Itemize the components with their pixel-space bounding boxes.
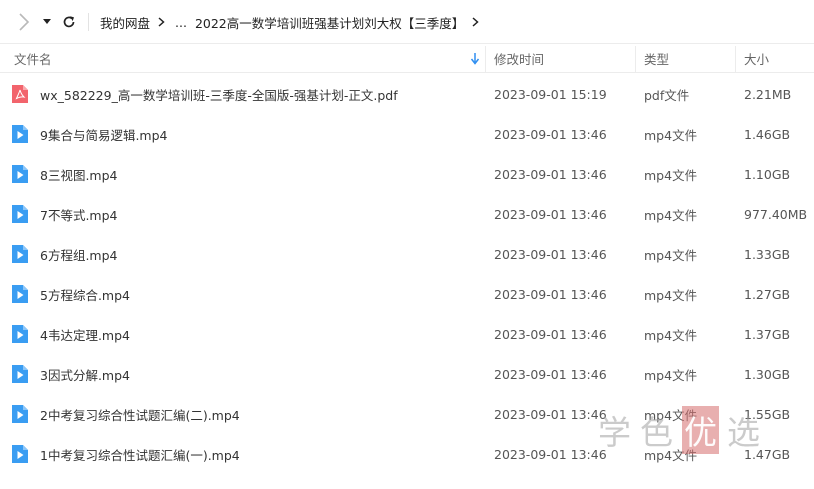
file-row[interactable]: wx_582229_高一数学培训班-三季度-全国版-强基计划-正文.pdf 20… [0, 74, 814, 114]
file-type: mp4文件 [644, 447, 698, 463]
file-modified: 2023-09-01 15:19 [494, 86, 607, 102]
file-size: 1.10GB [744, 166, 791, 182]
caret-down-icon [43, 19, 51, 24]
refresh-icon [63, 16, 75, 28]
forward-button[interactable] [14, 12, 34, 32]
file-name[interactable]: 4韦达定理.mp4 [40, 314, 130, 354]
file-type: mp4文件 [644, 167, 698, 183]
file-row[interactable]: 9集合与简易逻辑.mp4 2023-09-01 13:46 mp4文件 1.46… [0, 114, 814, 154]
file-type: mp4文件 [644, 127, 698, 143]
file-modified: 2023-09-01 13:46 [494, 446, 607, 462]
file-size: 1.55GB [744, 406, 791, 422]
video-icon [12, 165, 28, 183]
pdf-icon [12, 85, 28, 103]
history-dropdown-button[interactable] [40, 15, 54, 29]
file-name[interactable]: 1中考复习综合性试题汇编(一).mp4 [40, 434, 240, 474]
video-icon [12, 405, 28, 423]
file-type: mp4文件 [644, 247, 698, 263]
video-icon [12, 125, 28, 143]
column-divider[interactable] [735, 46, 736, 72]
toolbar: 我的网盘 ... 2022高一数学培训班强基计划刘大权【三季度】 [0, 0, 814, 43]
breadcrumb: 我的网盘 ... 2022高一数学培训班强基计划刘大权【三季度】 [100, 13, 489, 31]
file-row[interactable]: 3因式分解.mp4 2023-09-01 13:46 mp4文件 1.30GB [0, 354, 814, 394]
file-list: wx_582229_高一数学培训班-三季度-全国版-强基计划-正文.pdf 20… [0, 74, 814, 474]
column-header-type[interactable]: 类型 [644, 44, 669, 73]
video-icon [12, 445, 28, 463]
file-name[interactable]: 9集合与简易逻辑.mp4 [40, 114, 168, 154]
file-name[interactable]: 5方程综合.mp4 [40, 274, 130, 314]
file-modified: 2023-09-01 13:46 [494, 246, 607, 262]
file-size: 1.30GB [744, 366, 791, 382]
file-row[interactable]: 2中考复习综合性试题汇编(二).mp4 2023-09-01 13:46 mp4… [0, 394, 814, 434]
breadcrumb-chevron-icon [158, 17, 165, 27]
file-size: 1.27GB [744, 286, 791, 302]
file-type: mp4文件 [644, 287, 698, 303]
breadcrumb-root[interactable]: 我的网盘 [100, 13, 150, 32]
column-header-size[interactable]: 大小 [744, 44, 769, 73]
sort-arrow-down-icon[interactable] [470, 52, 480, 65]
file-size: 1.37GB [744, 326, 791, 342]
file-size: 1.47GB [744, 446, 791, 462]
file-size: 1.33GB [744, 246, 791, 262]
video-icon [12, 325, 28, 343]
column-header: 文件名 修改时间 类型 大小 [0, 43, 814, 73]
file-name[interactable]: 6方程组.mp4 [40, 234, 118, 274]
file-size: 2.21MB [744, 86, 792, 102]
file-row[interactable]: 1中考复习综合性试题汇编(一).mp4 2023-09-01 13:46 mp4… [0, 434, 814, 474]
file-type: mp4文件 [644, 407, 698, 423]
file-modified: 2023-09-01 13:46 [494, 366, 607, 382]
file-type: mp4文件 [644, 367, 698, 383]
breadcrumb-chevron-icon [472, 17, 479, 27]
file-modified: 2023-09-01 13:46 [494, 406, 607, 422]
file-row[interactable]: 8三视图.mp4 2023-09-01 13:46 mp4文件 1.10GB [0, 154, 814, 194]
video-icon [12, 245, 28, 263]
breadcrumb-ellipsis[interactable]: ... [175, 15, 187, 30]
file-type: mp4文件 [644, 207, 698, 223]
column-header-name[interactable]: 文件名 [14, 44, 52, 73]
file-modified: 2023-09-01 13:46 [494, 126, 607, 142]
file-name[interactable]: 7不等式.mp4 [40, 194, 118, 234]
toolbar-divider [88, 13, 89, 31]
file-row[interactable]: 7不等式.mp4 2023-09-01 13:46 mp4文件 977.40MB [0, 194, 814, 234]
file-type: pdf文件 [644, 87, 690, 103]
breadcrumb-current-folder[interactable]: 2022高一数学培训班强基计划刘大权【三季度】 [195, 13, 464, 32]
file-name[interactable]: wx_582229_高一数学培训班-三季度-全国版-强基计划-正文.pdf [40, 74, 398, 114]
file-size: 1.46GB [744, 126, 791, 142]
file-row[interactable]: 5方程综合.mp4 2023-09-01 13:46 mp4文件 1.27GB [0, 274, 814, 314]
video-icon [12, 285, 28, 303]
file-name[interactable]: 8三视图.mp4 [40, 154, 118, 194]
chevron-right-icon [19, 13, 30, 31]
video-icon [12, 365, 28, 383]
file-modified: 2023-09-01 13:46 [494, 166, 607, 182]
column-divider[interactable] [635, 46, 636, 72]
video-icon [12, 205, 28, 223]
file-name[interactable]: 2中考复习综合性试题汇编(二).mp4 [40, 394, 240, 434]
file-modified: 2023-09-01 13:46 [494, 286, 607, 302]
file-type: mp4文件 [644, 327, 698, 343]
refresh-button[interactable] [60, 12, 78, 32]
file-name[interactable]: 3因式分解.mp4 [40, 354, 130, 394]
file-modified: 2023-09-01 13:46 [494, 326, 607, 342]
column-header-modified[interactable]: 修改时间 [494, 44, 544, 73]
file-size: 977.40MB [744, 206, 808, 222]
column-divider[interactable] [485, 46, 486, 72]
file-row[interactable]: 6方程组.mp4 2023-09-01 13:46 mp4文件 1.33GB [0, 234, 814, 274]
file-modified: 2023-09-01 13:46 [494, 206, 607, 222]
file-row[interactable]: 4韦达定理.mp4 2023-09-01 13:46 mp4文件 1.37GB [0, 314, 814, 354]
